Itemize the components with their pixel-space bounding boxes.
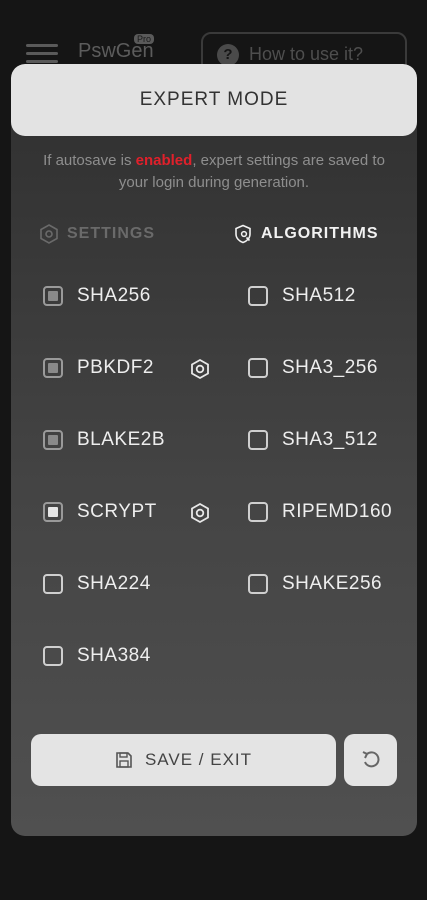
algo-label: SHA224	[77, 573, 151, 594]
autosave-info: If autosave is enabled, expert settings …	[31, 150, 397, 194]
pro-badge: Pro	[134, 34, 155, 44]
checkbox[interactable]	[248, 286, 268, 306]
checkbox[interactable]	[248, 358, 268, 378]
algo-label: SHAKE256	[282, 573, 383, 594]
algo-label: SHA3_512	[282, 429, 378, 450]
info-prefix: If autosave is	[43, 152, 136, 169]
algo-label: SHA256	[77, 285, 151, 306]
algo-label: SCRYPT	[77, 501, 157, 522]
algo-ripemd160[interactable]: RIPEMD160	[248, 495, 392, 529]
algo-shake256[interactable]: SHAKE256	[248, 567, 382, 601]
algo-sha256[interactable]: SHA256	[43, 279, 151, 313]
algo-blake2b[interactable]: BLAKE2B	[43, 423, 165, 457]
checkbox[interactable]	[248, 574, 268, 594]
checkbox[interactable]	[43, 286, 63, 306]
algo-pbkdf2[interactable]: PBKDF2	[43, 351, 213, 385]
dialog-header: EXPERT MODE	[11, 64, 417, 136]
save-exit-button[interactable]: SAVE / EXIT	[31, 734, 336, 786]
save-icon	[116, 752, 132, 768]
reset-button[interactable]	[344, 734, 397, 786]
algo-sha3-512[interactable]: SHA3_512	[248, 423, 378, 457]
reset-icon	[362, 751, 379, 768]
app-bar: PswGen Pro ? How to use it?	[0, 0, 427, 76]
pbkdf2-settings-icon[interactable]	[189, 358, 211, 380]
tab-bar: SETTINGS ALGORITHMS	[11, 216, 417, 246]
how-to-use-label: How to use it?	[249, 44, 364, 64]
checkbox[interactable]	[43, 502, 63, 522]
checkbox[interactable]	[248, 502, 268, 522]
tab-settings[interactable]: SETTINGS	[39, 224, 155, 244]
algo-label: SHA512	[282, 285, 356, 306]
save-exit-label: SAVE / EXIT	[144, 750, 253, 769]
hamburger-menu-icon[interactable]	[26, 44, 58, 63]
info-enabled-highlight: enabled	[135, 152, 193, 169]
tab-algorithms[interactable]: ALGORITHMS	[233, 224, 379, 244]
dialog-title: EXPERT MODE	[139, 89, 289, 110]
scrypt-settings-icon[interactable]	[189, 502, 211, 524]
shield-settings-icon	[235, 224, 251, 244]
algo-sha512[interactable]: SHA512	[248, 279, 356, 313]
algo-label: SHA3_256	[282, 357, 378, 378]
algo-label: RIPEMD160	[282, 501, 393, 522]
algo-label: SHA384	[77, 645, 151, 666]
algo-sha224[interactable]: SHA224	[43, 567, 151, 601]
question-icon: ?	[217, 44, 239, 66]
checkbox[interactable]	[43, 646, 63, 666]
algo-sha3-256[interactable]: SHA3_256	[248, 351, 378, 385]
algo-sha384[interactable]: SHA384	[43, 639, 151, 673]
checkbox[interactable]	[43, 574, 63, 594]
checkbox[interactable]	[43, 430, 63, 450]
checkbox[interactable]	[43, 358, 63, 378]
tab-settings-label: SETTINGS	[67, 225, 156, 242]
expert-mode-dialog: EXPERT MODE If autosave is enabled, expe…	[11, 64, 417, 836]
tab-algorithms-label: ALGORITHMS	[261, 225, 379, 242]
algo-scrypt[interactable]: SCRYPT	[43, 495, 213, 529]
checkbox[interactable]	[248, 430, 268, 450]
algo-label: BLAKE2B	[77, 429, 165, 450]
algo-label: PBKDF2	[77, 357, 154, 378]
settings-icon	[40, 224, 58, 244]
